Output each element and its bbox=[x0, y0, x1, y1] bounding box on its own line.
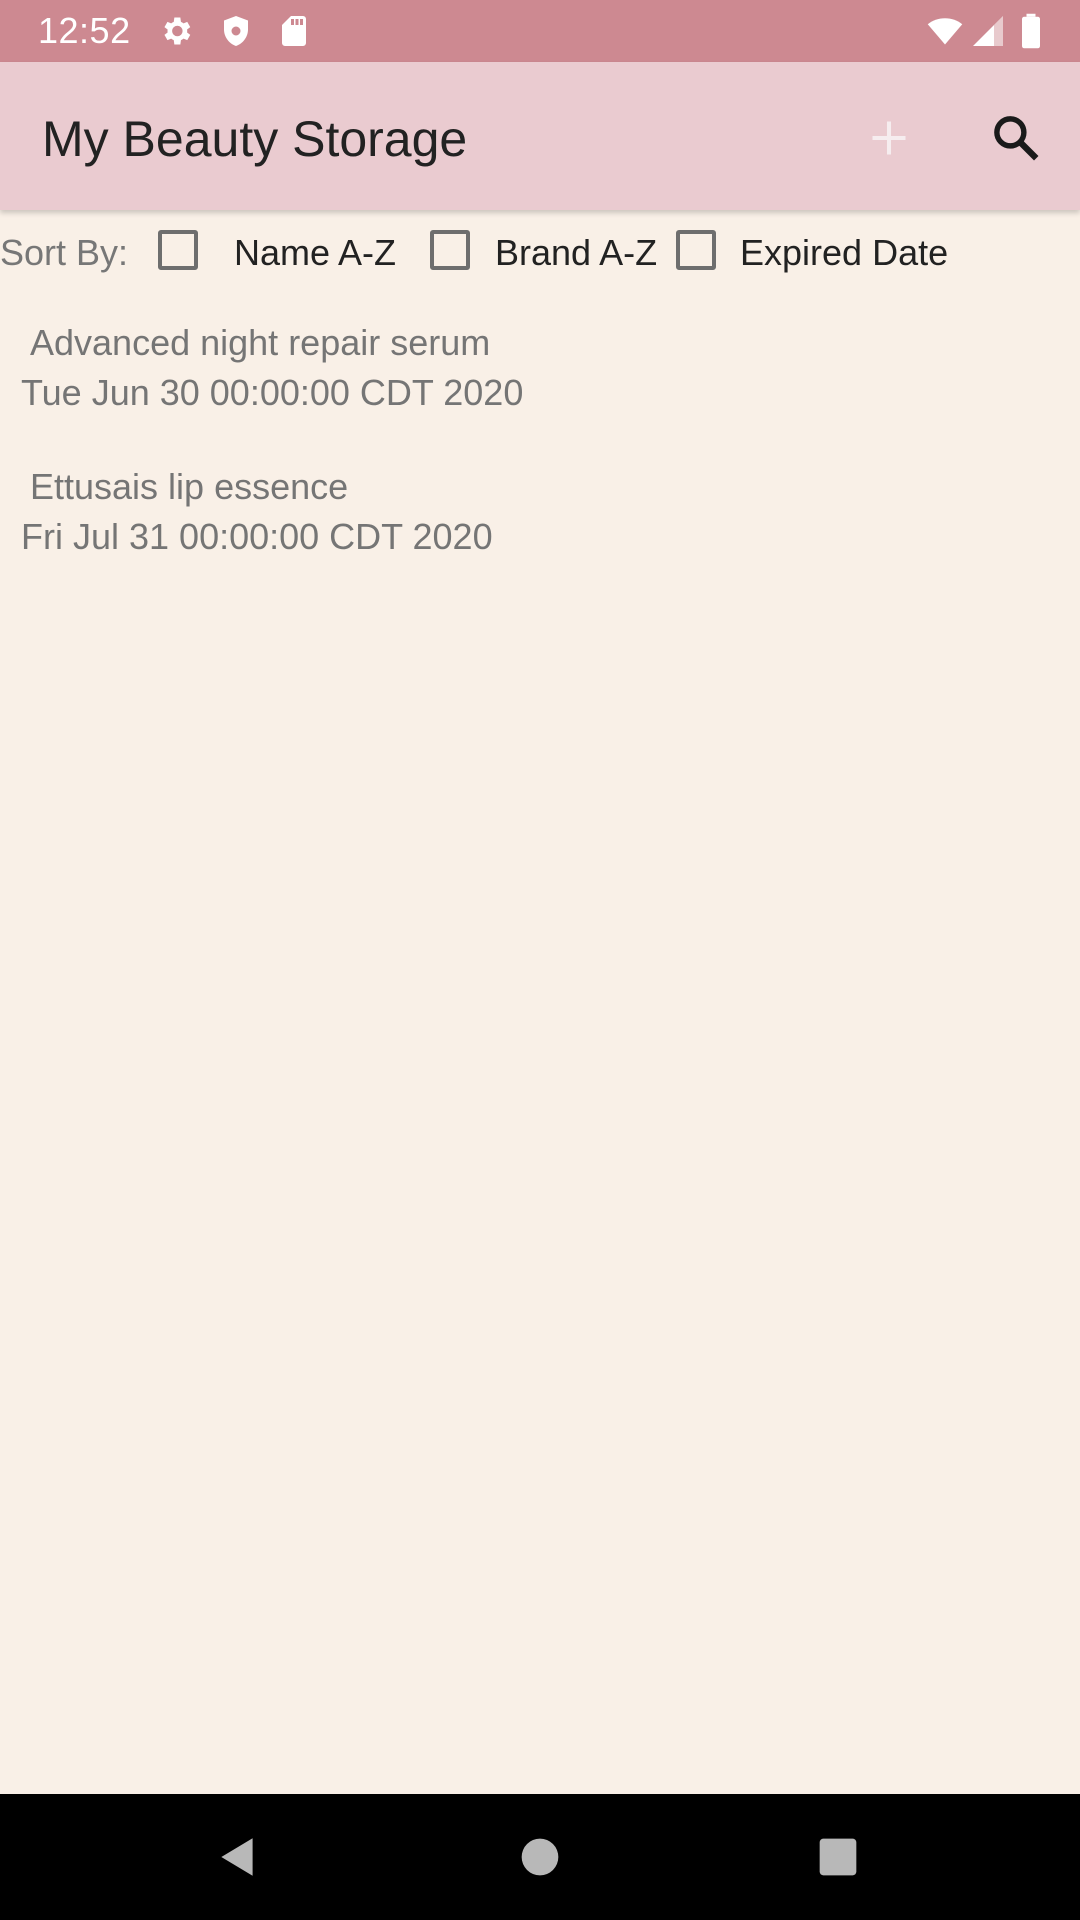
add-item-button[interactable] bbox=[849, 98, 929, 178]
search-button[interactable] bbox=[976, 98, 1056, 178]
back-button[interactable] bbox=[203, 1822, 273, 1892]
search-icon bbox=[994, 116, 1039, 161]
list-item[interactable]: Ettusais lip essence Fri Jul 31 00:00:00… bbox=[0, 466, 1080, 586]
sort-brand-label[interactable]: Brand A-Z bbox=[495, 232, 657, 274]
sd-card-icon bbox=[282, 16, 306, 46]
app-bar: My Beauty Storage bbox=[0, 62, 1080, 210]
item-expiry-date: Tue Jun 30 00:00:00 CDT 2020 bbox=[21, 372, 524, 413]
home-button[interactable] bbox=[505, 1822, 575, 1892]
sort-name-label[interactable]: Name A-Z bbox=[234, 232, 396, 274]
battery-icon bbox=[1022, 13, 1040, 49]
sort-brand-checkbox[interactable] bbox=[430, 230, 470, 270]
back-icon bbox=[221, 1838, 253, 1876]
shield-icon bbox=[224, 16, 248, 46]
home-icon bbox=[521, 1838, 559, 1876]
signal-icon bbox=[973, 16, 1003, 46]
item-name: Ettusais lip essence bbox=[30, 466, 349, 507]
wifi-icon bbox=[927, 18, 963, 45]
sort-name-checkbox[interactable] bbox=[158, 230, 198, 270]
sort-expired-date-checkbox[interactable] bbox=[676, 230, 716, 270]
app-title: My Beauty Storage bbox=[42, 111, 468, 167]
plus-icon bbox=[872, 121, 906, 155]
gear-icon bbox=[164, 17, 191, 45]
sort-by-label: Sort By: bbox=[0, 232, 129, 273]
sort-row: Sort By: Name A-Z Brand A-Z Expired Date bbox=[0, 222, 1080, 284]
item-name: Advanced night repair serum bbox=[30, 322, 491, 363]
status-bar: 12:52 bbox=[0, 0, 1080, 62]
sort-expired-date-label[interactable]: Expired Date bbox=[740, 232, 948, 274]
recents-button[interactable] bbox=[803, 1822, 873, 1892]
item-expiry-date: Fri Jul 31 00:00:00 CDT 2020 bbox=[21, 516, 493, 557]
list-item[interactable]: Advanced night repair serum Tue Jun 30 0… bbox=[0, 322, 1080, 442]
navigation-bar bbox=[0, 1794, 1080, 1920]
recents-icon bbox=[819, 1838, 857, 1876]
status-time: 12:52 bbox=[38, 10, 131, 51]
